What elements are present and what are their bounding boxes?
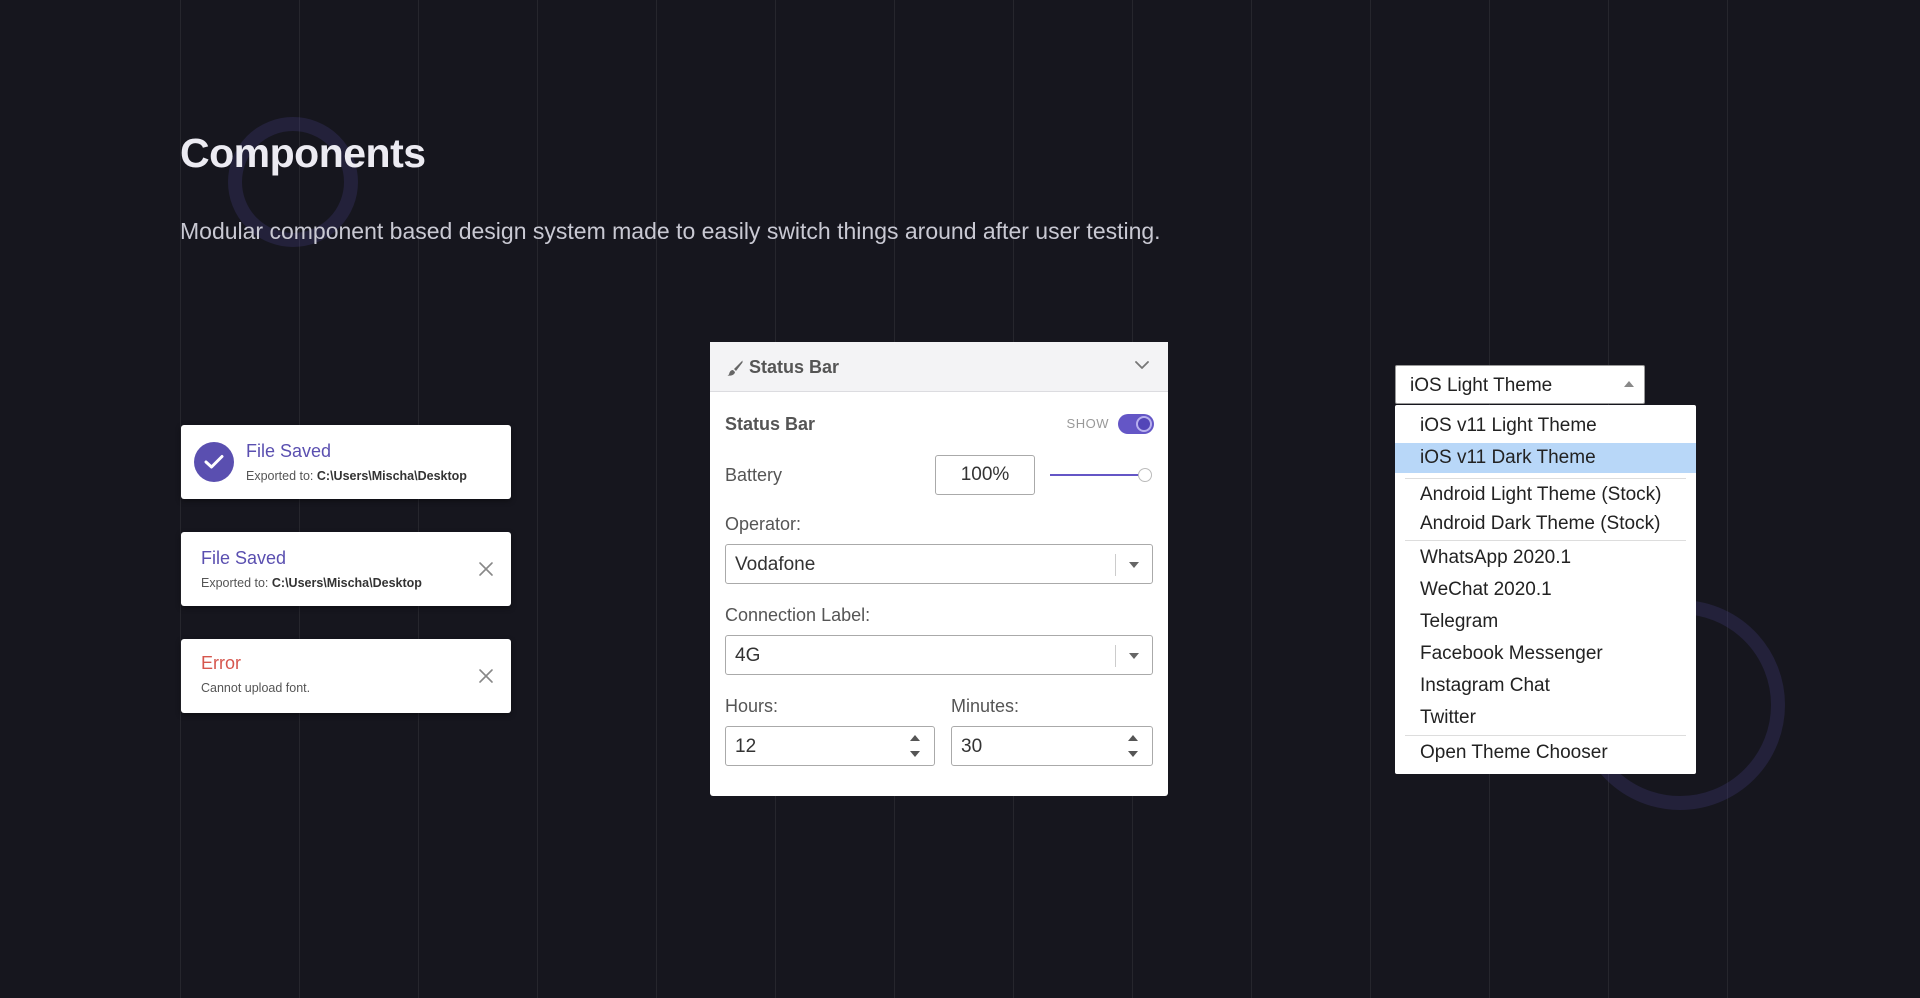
toast-title: Error bbox=[201, 653, 241, 673]
decrement-icon[interactable] bbox=[910, 751, 920, 757]
toast-message: Exported to: C:\Users\Mischa\Desktop bbox=[246, 469, 467, 483]
toast-title: File Saved bbox=[246, 441, 332, 461]
battery-slider[interactable] bbox=[1050, 474, 1145, 476]
battery-input[interactable]: 100% bbox=[935, 455, 1035, 495]
battery-label: Battery bbox=[725, 465, 783, 485]
panel-title: Status Bar bbox=[749, 357, 840, 377]
status-bar-panel: Status Bar Status Bar SHOW Battery 100% … bbox=[710, 342, 1168, 796]
theme-dropdown-menu: iOS v11 Light Theme iOS v11 Dark Theme A… bbox=[1395, 405, 1696, 774]
theme-select-value: iOS Light Theme bbox=[1410, 375, 1553, 396]
theme-option[interactable]: WeChat 2020.1 bbox=[1395, 575, 1696, 605]
toast-error: Error Cannot upload font. bbox=[181, 639, 511, 713]
theme-option[interactable]: iOS v11 Light Theme bbox=[1395, 411, 1696, 441]
toast-success: File Saved Exported to: C:\Users\Mischa\… bbox=[181, 425, 511, 499]
caret-up-icon bbox=[1624, 381, 1634, 387]
toast-title: File Saved bbox=[201, 548, 287, 568]
increment-icon[interactable] bbox=[910, 735, 920, 741]
connection-value: 4G bbox=[735, 645, 761, 666]
battery-slider-thumb[interactable] bbox=[1138, 468, 1152, 482]
status-bar-label: Status Bar bbox=[725, 414, 816, 434]
theme-option[interactable]: Telegram bbox=[1395, 607, 1696, 637]
brush-icon bbox=[727, 360, 743, 376]
toast-dismissible: File Saved Exported to: C:\Users\Mischa\… bbox=[181, 532, 511, 606]
theme-option[interactable]: WhatsApp 2020.1 bbox=[1395, 543, 1696, 573]
decrement-icon[interactable] bbox=[1128, 751, 1138, 757]
chevron-down-icon[interactable] bbox=[1134, 360, 1150, 370]
toggle-knob bbox=[1136, 416, 1152, 432]
page-subtitle: Modular component based design system ma… bbox=[180, 218, 1161, 244]
connection-select[interactable]: 4G bbox=[725, 635, 1153, 675]
theme-option[interactable]: Facebook Messenger bbox=[1395, 639, 1696, 669]
check-circle-icon bbox=[194, 442, 234, 482]
panel-header[interactable]: Status Bar bbox=[710, 342, 1168, 392]
connection-label: Connection Label: bbox=[725, 605, 871, 625]
menu-divider bbox=[1405, 478, 1686, 479]
operator-select[interactable]: Vodafone bbox=[725, 544, 1153, 584]
select-divider bbox=[1115, 645, 1116, 667]
close-icon[interactable] bbox=[477, 560, 495, 578]
minutes-label: Minutes: bbox=[951, 696, 1020, 716]
toast-message: Cannot upload font. bbox=[201, 681, 311, 695]
hours-stepper[interactable]: 12 bbox=[725, 726, 935, 766]
menu-divider bbox=[1405, 735, 1686, 736]
theme-select[interactable]: iOS Light Theme bbox=[1395, 365, 1645, 404]
toast-message: Exported to: C:\Users\Mischa\Desktop bbox=[201, 576, 422, 590]
minutes-value: 30 bbox=[961, 736, 983, 757]
open-theme-chooser-option[interactable]: Open Theme Chooser bbox=[1395, 738, 1696, 768]
caret-down-icon bbox=[1129, 653, 1139, 659]
theme-option[interactable]: Instagram Chat bbox=[1395, 671, 1696, 701]
show-label: SHOW bbox=[1066, 416, 1109, 431]
theme-option[interactable]: Twitter bbox=[1395, 703, 1696, 733]
operator-value: Vodafone bbox=[735, 554, 816, 575]
operator-label: Operator: bbox=[725, 514, 802, 534]
theme-option[interactable]: Android Dark Theme (Stock) bbox=[1395, 509, 1696, 539]
select-divider bbox=[1115, 554, 1116, 576]
close-icon[interactable] bbox=[477, 667, 495, 685]
hours-label: Hours: bbox=[725, 696, 779, 716]
minutes-stepper[interactable]: 30 bbox=[951, 726, 1153, 766]
page-title: Components bbox=[180, 130, 426, 176]
caret-down-icon bbox=[1129, 562, 1139, 568]
theme-option[interactable]: Android Light Theme (Stock) bbox=[1395, 480, 1696, 510]
hours-value: 12 bbox=[735, 736, 757, 757]
menu-divider bbox=[1405, 540, 1686, 541]
show-toggle[interactable] bbox=[1118, 414, 1154, 434]
increment-icon[interactable] bbox=[1128, 735, 1138, 741]
theme-option-selected[interactable]: iOS v11 Dark Theme bbox=[1395, 443, 1696, 473]
